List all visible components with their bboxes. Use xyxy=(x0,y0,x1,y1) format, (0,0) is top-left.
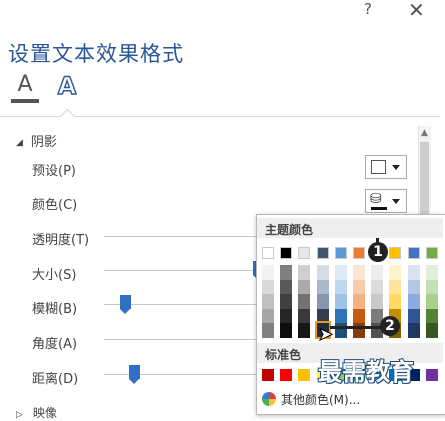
theme-shade-swatch[interactable] xyxy=(298,294,311,309)
theme-shade-swatch[interactable] xyxy=(389,294,402,309)
theme-shade-swatch[interactable] xyxy=(316,265,329,280)
callout-1-badge: 1 xyxy=(368,242,388,262)
theme-shade-swatch[interactable] xyxy=(334,279,347,294)
theme-shade-swatch[interactable] xyxy=(371,279,384,294)
theme-shade-swatch[interactable] xyxy=(298,279,311,294)
theme-shade-swatch[interactable] xyxy=(334,265,347,280)
distance-label: 距离(D) xyxy=(32,372,79,387)
theme-color-swatch[interactable] xyxy=(334,247,347,259)
theme-color-swatch[interactable] xyxy=(280,247,293,259)
color-dropdown[interactable]: ⛁ xyxy=(365,189,407,213)
scroll-up-arrow-icon[interactable]: ▲ xyxy=(418,126,431,140)
theme-color-swatch[interactable] xyxy=(425,247,438,259)
active-tab-indicator xyxy=(59,108,76,125)
expand-triangle-icon: ▷ xyxy=(16,410,23,420)
chevron-down-icon xyxy=(392,165,400,170)
theme-shade-swatch[interactable] xyxy=(407,323,420,338)
tab-text-fill-outline[interactable]: A xyxy=(11,72,39,103)
theme-colors-header: 主题颜色 xyxy=(265,223,314,237)
theme-shade-swatch[interactable] xyxy=(280,265,293,280)
standard-color-swatch[interactable] xyxy=(262,369,274,381)
theme-shade-swatch[interactable] xyxy=(280,294,293,309)
theme-shade-swatch[interactable] xyxy=(425,279,438,294)
theme-shade-swatch[interactable] xyxy=(389,265,402,280)
section-label: 阴影 xyxy=(30,135,57,150)
pane-title: 设置文本效果格式 xyxy=(8,42,184,66)
theme-shade-swatch[interactable] xyxy=(407,294,420,309)
theme-color-swatch[interactable] xyxy=(389,247,402,259)
next-section-label: 映像 xyxy=(32,406,57,420)
theme-shade-swatch[interactable] xyxy=(425,323,438,338)
theme-shade-swatch[interactable] xyxy=(298,265,311,280)
theme-shade-swatch[interactable] xyxy=(371,265,384,280)
standard-color-swatch[interactable] xyxy=(298,369,311,381)
theme-shade-swatch[interactable] xyxy=(389,279,402,294)
current-color-bar xyxy=(371,207,387,210)
color-wheel-icon xyxy=(262,392,276,406)
preset-label: 预设(P) xyxy=(32,164,76,179)
standard-colors-header: 标准色 xyxy=(265,348,302,362)
collapse-triangle-icon: ◢ xyxy=(16,138,23,148)
standard-color-swatch[interactable] xyxy=(425,369,438,381)
help-button[interactable]: ? xyxy=(364,0,372,18)
theme-shade-swatch[interactable] xyxy=(280,279,293,294)
theme-shade-swatch[interactable] xyxy=(353,308,365,323)
theme-shade-swatch[interactable] xyxy=(280,308,293,323)
theme-shade-swatch[interactable] xyxy=(407,279,420,294)
theme-color-swatch[interactable] xyxy=(353,247,365,259)
paint-bucket-icon: ⛁ xyxy=(370,191,382,207)
more-colors-button[interactable]: 其他颜色(M)... xyxy=(259,389,441,409)
shadow-preset-swatch-icon xyxy=(371,160,386,174)
theme-shade-swatch[interactable] xyxy=(334,308,347,323)
theme-color-swatch[interactable] xyxy=(298,247,311,259)
theme-shade-swatch[interactable] xyxy=(316,279,329,294)
theme-color-swatch[interactable] xyxy=(407,247,420,259)
shadow-section-header[interactable]: ◢ 阴影 xyxy=(16,131,57,150)
theme-shade-swatch[interactable] xyxy=(262,265,274,280)
callout-2-badge: 2 xyxy=(380,316,400,336)
theme-shade-swatch[interactable] xyxy=(298,323,311,338)
chevron-down-icon xyxy=(392,199,400,204)
text-effects-icon: A xyxy=(57,71,77,100)
callout-2-leader xyxy=(330,326,382,329)
preset-dropdown[interactable] xyxy=(365,155,407,179)
color-label: 颜色(C) xyxy=(32,198,78,213)
more-colors-label: 其他颜色(M)... xyxy=(281,393,361,407)
theme-shade-swatch[interactable] xyxy=(425,308,438,323)
theme-shade-swatch[interactable] xyxy=(316,294,329,309)
theme-shade-swatch[interactable] xyxy=(298,308,311,323)
blur-label: 模糊(B) xyxy=(32,302,78,317)
watermark: 最需教育 xyxy=(317,357,415,387)
angle-label: 角度(A) xyxy=(32,337,78,352)
transparency-label: 透明度(T) xyxy=(32,233,90,248)
theme-shade-swatch[interactable] xyxy=(407,265,420,280)
theme-shade-swatch[interactable] xyxy=(262,294,274,309)
standard-color-swatch[interactable] xyxy=(280,369,293,381)
theme-shade-swatch[interactable] xyxy=(353,294,365,309)
theme-shade-swatch[interactable] xyxy=(425,294,438,309)
theme-shade-swatch[interactable] xyxy=(353,279,365,294)
theme-shade-swatch[interactable] xyxy=(280,323,293,338)
theme-shade-swatch[interactable] xyxy=(262,323,274,338)
theme-shade-swatch[interactable] xyxy=(407,308,420,323)
size-label: 大小(S) xyxy=(32,268,77,283)
theme-shade-swatch[interactable] xyxy=(262,279,274,294)
mouse-pointer-icon: ➤ xyxy=(317,324,334,346)
text-underline-bar xyxy=(11,99,39,103)
theme-shade-swatch[interactable] xyxy=(371,294,384,309)
distance-slider-thumb[interactable] xyxy=(128,365,140,384)
close-button[interactable]: ✕ xyxy=(408,0,425,22)
theme-color-swatch[interactable] xyxy=(316,247,329,259)
theme-color-swatch[interactable] xyxy=(262,247,274,259)
text-fill-outline-icon: A xyxy=(17,72,33,97)
blur-slider-thumb[interactable] xyxy=(119,295,131,314)
theme-shade-swatch[interactable] xyxy=(334,294,347,309)
theme-shade-swatch[interactable] xyxy=(353,265,365,280)
theme-shade-swatch[interactable] xyxy=(262,308,274,323)
theme-shade-swatch[interactable] xyxy=(425,265,438,280)
tab-text-effects[interactable]: A xyxy=(54,71,80,102)
